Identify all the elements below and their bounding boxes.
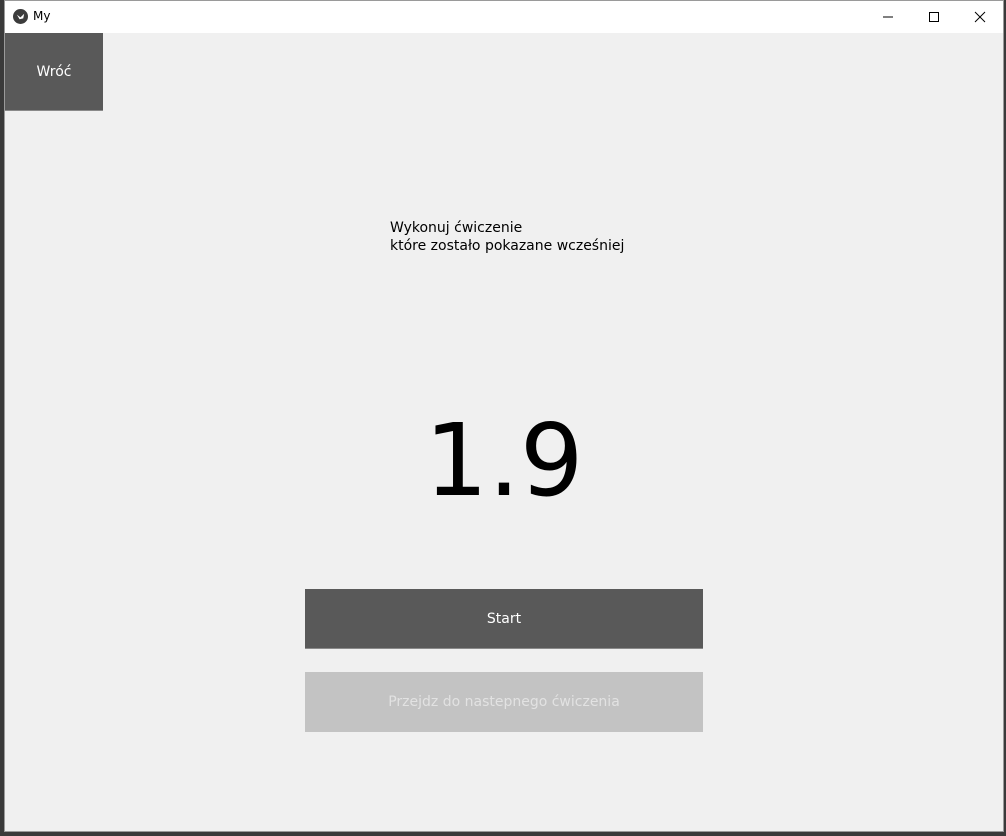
app-window: My Wróć Wykonuj ćwiczenie które zostało … [4,0,1004,832]
window-title: My [33,9,51,23]
maximize-button[interactable] [911,1,957,33]
close-icon [974,8,986,27]
title-bar: My [5,1,1003,33]
minimize-button[interactable] [865,1,911,33]
instruction-line-2: które zostało pokazane wcześniej [390,238,625,254]
instruction-text: Wykonuj ćwiczenie które zostało pokazane… [390,219,624,255]
minimize-icon [882,8,894,27]
close-button[interactable] [957,1,1003,33]
instruction-line-1: Wykonuj ćwiczenie [390,220,523,236]
next-exercise-button[interactable]: Przejdz do nastepnego ćwiczenia [305,672,703,732]
maximize-icon [928,8,940,27]
back-button[interactable]: Wróć [5,33,103,111]
start-button[interactable]: Start [305,589,703,649]
kivy-logo-icon [13,9,28,24]
timer-display: 1.9 [424,402,584,519]
